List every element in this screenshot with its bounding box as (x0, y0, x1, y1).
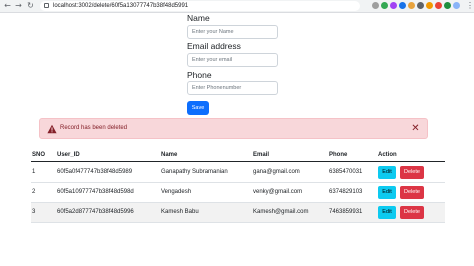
extension-icon[interactable] (453, 2, 460, 9)
extension-icon[interactable] (435, 2, 442, 9)
forward-arrow-icon[interactable]: → (14, 1, 23, 11)
header-sno: SNO (32, 152, 46, 158)
cell-email: gana@gmail.com (253, 169, 300, 175)
extension-icon[interactable] (381, 2, 388, 9)
cell-user-id: 60f5a2d877747b38f48d5996 (57, 209, 134, 215)
header-email: Email (253, 152, 270, 158)
edit-button[interactable]: Edit (378, 206, 396, 219)
cell-phone: 7463859931 (329, 209, 363, 215)
table-row: 3 60f5a2d877747b38f48d5996 Kamesh Babu K… (31, 203, 445, 223)
email-input[interactable] (187, 53, 278, 67)
info-icon[interactable] (44, 3, 49, 8)
extension-icon[interactable] (417, 2, 424, 9)
phone-label: Phone (187, 70, 212, 80)
cell-name: Vengadesh (161, 189, 192, 195)
cell-name: Kamesh Babu (161, 209, 199, 215)
table-row: 1 60f5a0f477747b38f48d5989 Ganapathy Sub… (31, 163, 445, 183)
extension-icon[interactable] (372, 2, 379, 9)
edit-button[interactable]: Edit (378, 186, 396, 199)
email-label: Email address (187, 41, 241, 51)
warning-triangle-icon (47, 124, 57, 134)
back-arrow-icon[interactable]: ← (3, 1, 12, 11)
name-label: Name (187, 13, 210, 23)
extension-icon[interactable] (426, 2, 433, 9)
delete-button[interactable]: Delete (400, 166, 424, 179)
table-row: 2 60f5a10977747b38f48d598d Vengadesh ven… (31, 183, 445, 203)
delete-button[interactable]: Delete (400, 186, 424, 199)
phone-input[interactable] (187, 81, 278, 95)
header-action: Action (378, 152, 397, 158)
cell-sno: 3 (32, 209, 36, 215)
save-button[interactable]: Save (187, 101, 209, 115)
name-input[interactable] (187, 25, 278, 39)
address-url: localhost:3002/delete/60f5a13077747b38f4… (53, 3, 189, 9)
extension-icon[interactable] (399, 2, 406, 9)
header-phone: Phone (329, 152, 348, 158)
cell-email: venky@gmail.com (253, 189, 303, 195)
delete-button[interactable]: Delete (400, 206, 424, 219)
cell-sno: 2 (32, 189, 36, 195)
browser-toolbar: ← → ↻ localhost:3002/delete/60f5a1307774… (0, 0, 474, 13)
extension-icon[interactable] (390, 2, 397, 9)
cell-user-id: 60f5a0f477747b38f48d5989 (57, 169, 133, 175)
cell-email: Kamesh@gmail.com (253, 209, 309, 215)
header-name: Name (161, 152, 178, 158)
close-icon[interactable]: ✕ (410, 123, 421, 134)
reload-icon[interactable]: ↻ (26, 1, 35, 11)
cell-sno: 1 (32, 169, 36, 175)
edit-button[interactable]: Edit (378, 166, 396, 179)
header-user-id: User_ID (57, 152, 80, 158)
cell-phone: 6374829103 (329, 189, 363, 195)
cell-phone: 6385470031 (329, 169, 363, 175)
extension-icon[interactable] (444, 2, 451, 9)
cell-user-id: 60f5a10977747b38f48d598d (57, 189, 134, 195)
cell-name: Ganapathy Subramanian (161, 169, 228, 175)
browser-menu-icon[interactable]: ⋮ (466, 0, 474, 12)
table-header: SNO User_ID Name Email Phone Action (31, 149, 445, 162)
alert-message: Record has been deleted (60, 125, 128, 131)
extension-icon[interactable] (408, 2, 415, 9)
address-bar[interactable]: localhost:3002/delete/60f5a13077747b38f4… (40, 1, 360, 11)
delete-alert: Record has been deleted ✕ (39, 118, 428, 139)
